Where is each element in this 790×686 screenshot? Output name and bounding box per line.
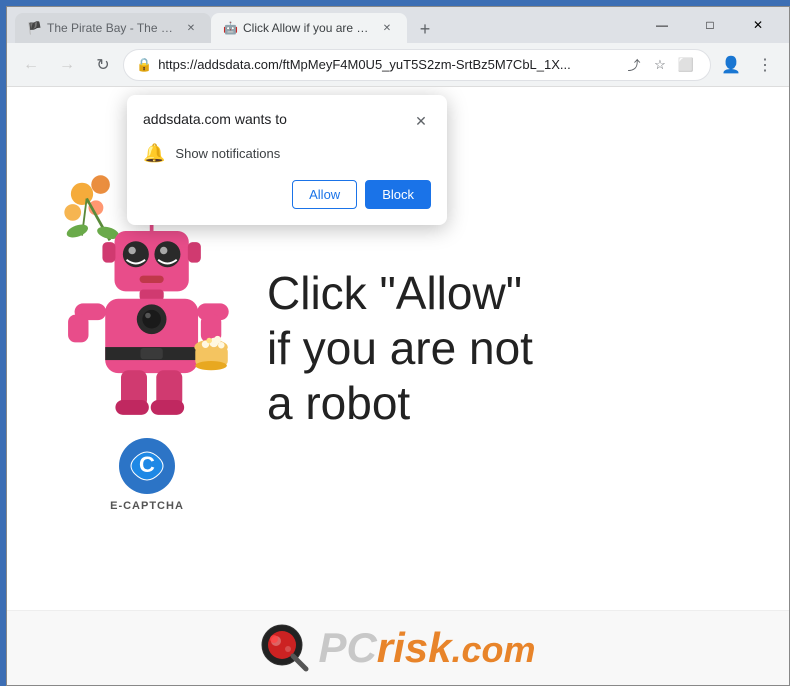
allow-button[interactable]: Allow: [292, 180, 357, 209]
browser-window: 🏴 The Pirate Bay - The galaxy's mo ✕ 🤖 C…: [6, 6, 790, 686]
pcrisk-com-text: .com: [452, 629, 536, 670]
notification-label: Show notifications: [175, 146, 280, 161]
forward-button[interactable]: →: [51, 49, 83, 81]
website-text-line2: if you are not: [267, 322, 533, 374]
lock-icon: 🔒: [136, 57, 152, 73]
tab-clickallow[interactable]: 🤖 Click Allow if you are not a robot ✕: [211, 13, 407, 43]
website-text-line3: a robot: [267, 377, 410, 429]
window-controls: — □ ✕: [639, 10, 781, 40]
popup-buttons: Allow Block: [143, 180, 431, 209]
block-button[interactable]: Block: [365, 180, 431, 209]
popup-header: addsdata.com wants to ✕: [143, 111, 431, 131]
close-button[interactable]: ✕: [735, 10, 781, 40]
website-main-text: Click "Allow" if you are not a robot: [257, 266, 759, 432]
captcha-icon: C: [117, 436, 177, 496]
tab2-close-button[interactable]: ✕: [379, 20, 395, 36]
url-text: https://addsdata.com/ftMpMeyF4M0U5_yuT5S…: [158, 57, 616, 72]
tab1-close-button[interactable]: ✕: [183, 20, 199, 36]
pcrisk-footer: PCrisk.com: [7, 610, 789, 685]
right-nav-buttons: 👤 ⋮: [715, 49, 781, 81]
share-icon[interactable]: ⤴: [622, 53, 646, 77]
popup-title: addsdata.com wants to: [143, 111, 287, 127]
page-content: addsdata.com wants to ✕ 🔔 Show notificat…: [7, 87, 789, 685]
tab-piratebay[interactable]: 🏴 The Pirate Bay - The galaxy's mo ✕: [15, 13, 211, 43]
tab2-favicon: 🤖: [223, 21, 237, 35]
notification-popup: addsdata.com wants to ✕ 🔔 Show notificat…: [127, 95, 447, 225]
captcha-area: C E-CAPTCHA: [90, 426, 204, 532]
tab1-title: The Pirate Bay - The galaxy's mo: [47, 21, 177, 35]
pcrisk-pc-text: PC: [318, 624, 376, 671]
bell-icon: 🔔: [143, 143, 165, 164]
popup-notification-row: 🔔 Show notifications: [143, 143, 431, 164]
navigation-bar: ← → ↻ 🔒 https://addsdata.com/ftMpMeyF4M0…: [7, 43, 789, 87]
new-tab-button[interactable]: +: [411, 15, 439, 43]
svg-text:C: C: [139, 452, 155, 477]
popup-close-button[interactable]: ✕: [411, 111, 431, 131]
bookmark-icon[interactable]: ☆: [648, 53, 672, 77]
website-text-line1: Click "Allow": [267, 267, 522, 319]
pcrisk-logo: PCrisk.com: [260, 623, 535, 673]
address-actions: ⤴ ☆ ⬜: [622, 53, 698, 77]
refresh-button[interactable]: ↻: [87, 49, 119, 81]
profile-icon[interactable]: 👤: [715, 49, 747, 81]
tabs-area: 🏴 The Pirate Bay - The galaxy's mo ✕ 🤖 C…: [15, 7, 631, 43]
split-view-icon[interactable]: ⬜: [674, 53, 698, 77]
menu-icon[interactable]: ⋮: [749, 49, 781, 81]
pcrisk-risk-text: risk: [377, 624, 452, 671]
tab2-title: Click Allow if you are not a robot: [243, 21, 373, 35]
title-bar: 🏴 The Pirate Bay - The galaxy's mo ✕ 🤖 C…: [7, 7, 789, 43]
tab1-favicon: 🏴: [27, 21, 41, 35]
pcrisk-icon: [260, 623, 310, 673]
pcrisk-text: PCrisk.com: [318, 624, 535, 672]
maximize-button[interactable]: □: [687, 10, 733, 40]
captcha-label: E-CAPTCHA: [110, 500, 184, 512]
address-bar[interactable]: 🔒 https://addsdata.com/ftMpMeyF4M0U5_yuT…: [123, 49, 711, 81]
back-button[interactable]: ←: [15, 49, 47, 81]
minimize-button[interactable]: —: [639, 10, 685, 40]
